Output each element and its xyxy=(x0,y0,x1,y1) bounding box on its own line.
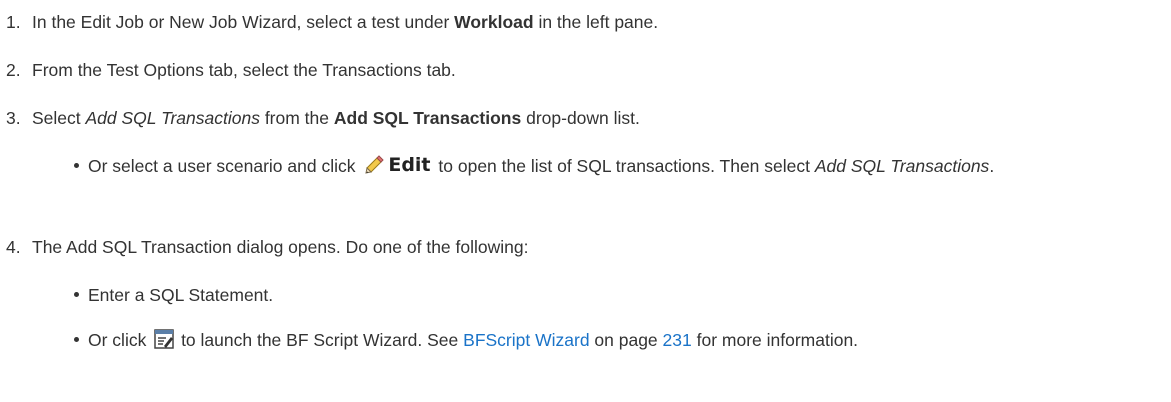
add-sql-transactions-dropdown-term: Add SQL Transactions xyxy=(333,108,522,128)
bullet-text: for more information. xyxy=(691,330,859,350)
step-1: 1. In the Edit Job or New Job Wizard, sel… xyxy=(6,12,658,33)
add-sql-transactions-option: Add SQL Transactions xyxy=(85,108,260,128)
step-text: Select xyxy=(32,108,86,128)
step-number: 4. xyxy=(6,237,21,257)
step-3: 3. Select Add SQL Transactions from the A… xyxy=(6,108,640,129)
bullet-text: Or select a user scenario and click xyxy=(88,156,361,176)
bullet-text: . xyxy=(989,156,995,176)
step-4-bullet-1: Enter a SQL Statement. xyxy=(74,282,1164,308)
step-3-bullet: Or select a user scenario and click Edit… xyxy=(74,153,1164,179)
add-sql-transactions-option: Add SQL Transactions xyxy=(814,156,990,176)
edit-button[interactable]: Edit xyxy=(363,154,431,176)
step-number: 1. xyxy=(6,12,21,32)
step-4: 4. The Add SQL Transaction dialog opens. … xyxy=(6,237,528,258)
pencil-icon xyxy=(365,155,385,174)
script-wizard-icon[interactable] xyxy=(154,329,174,349)
workload-term: Workload xyxy=(454,12,534,32)
step-text: In the Edit Job or New Job Wizard, selec… xyxy=(32,12,455,32)
bullet-text: Or click xyxy=(88,330,152,350)
bullet-text: to open the list of SQL transactions. Th… xyxy=(433,156,815,176)
step-2: 2. From the Test Options tab, select the … xyxy=(6,60,456,81)
bullet-dot xyxy=(74,292,79,297)
step-text: from the xyxy=(259,108,334,128)
step-number: 2. xyxy=(6,60,21,80)
step-number: 3. xyxy=(6,108,21,128)
step-text: drop-down list. xyxy=(521,108,640,128)
bullet-text: on page xyxy=(589,330,663,350)
step-4-bullet-2: Or click to launch the BF Script Wizard.… xyxy=(74,327,1164,353)
page-number-link[interactable]: 231 xyxy=(663,330,692,350)
edit-button-label: Edit xyxy=(388,154,431,176)
step-text: From the Test Options tab, select the Tr… xyxy=(32,60,456,80)
bullet-text: to launch the BF Script Wizard. See xyxy=(176,330,464,350)
step-text: The Add SQL Transaction dialog opens. Do… xyxy=(32,237,529,257)
bullet-dot xyxy=(74,337,79,342)
bullet-text: Enter a SQL Statement. xyxy=(88,285,274,305)
bfscript-wizard-link[interactable]: BFScript Wizard xyxy=(463,330,589,350)
bullet-dot xyxy=(74,163,79,168)
step-text: in the left pane. xyxy=(533,12,659,32)
